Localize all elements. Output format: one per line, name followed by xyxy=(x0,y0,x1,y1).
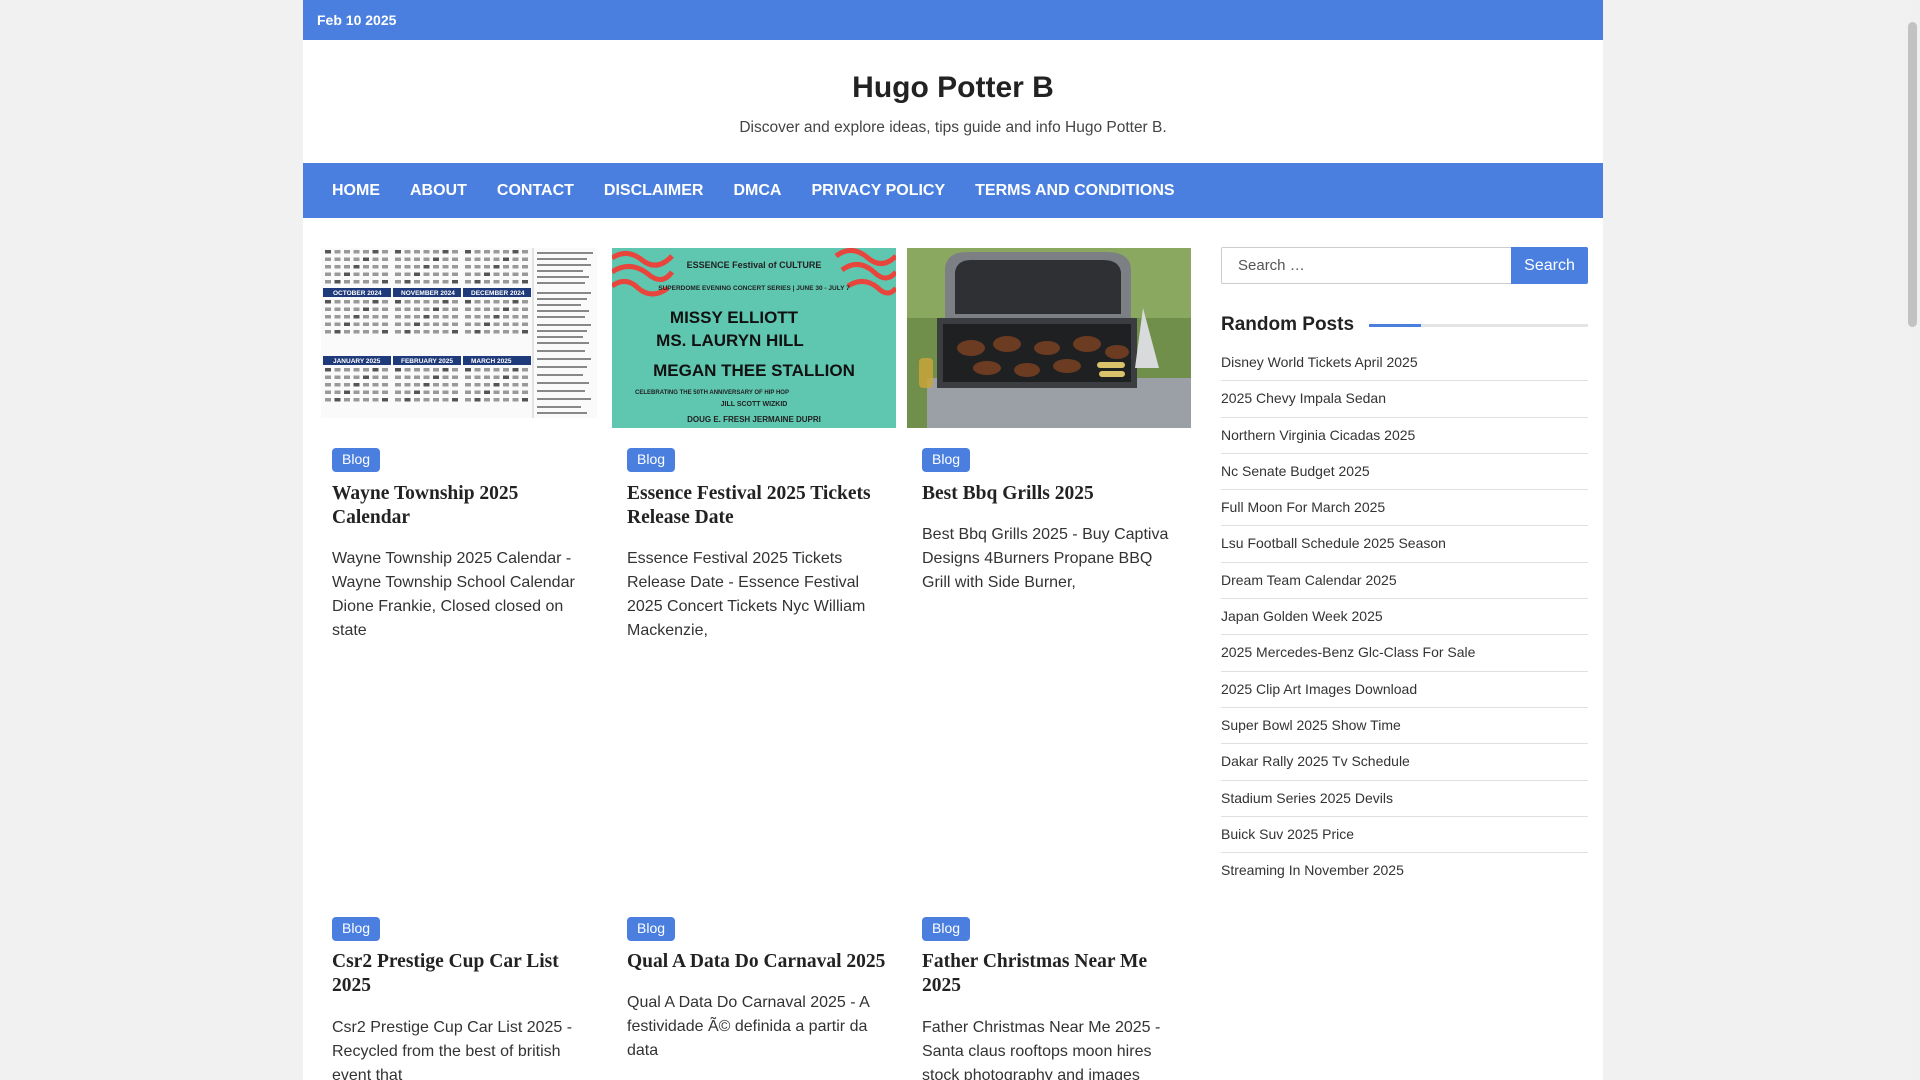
random-post-link[interactable]: Disney World Tickets April 2025 xyxy=(1221,345,1588,382)
post-title[interactable]: Csr2 Prestige Cup Car List 2025 xyxy=(332,950,582,998)
festival-poster-image: ESSENCE Festival of CULTURE SUPERDOME EV… xyxy=(612,248,896,428)
grill-image xyxy=(907,248,1191,428)
calendar-label-nov: NOVEMBER 2024 xyxy=(401,290,455,297)
random-posts-list: Disney World Tickets April 2025 2025 Che… xyxy=(1221,345,1588,889)
search-input[interactable] xyxy=(1221,247,1512,284)
nav-home[interactable]: HOME xyxy=(317,182,395,200)
calendar-label-dec: DECEMBER 2024 xyxy=(471,290,525,297)
calendar-label-jan: JANUARY 2025 xyxy=(333,358,381,365)
nav-privacy-policy[interactable]: PRIVACY POLICY xyxy=(796,182,960,200)
nav-about[interactable]: ABOUT xyxy=(395,182,482,200)
nav-disclaimer[interactable]: DISCLAIMER xyxy=(589,182,719,200)
post-excerpt: Qual A Data Do Carnaval 2025 - A festivi… xyxy=(627,994,869,1059)
poster-festival: ESSENCE Festival of CULTURE xyxy=(687,260,822,270)
post-category-badge[interactable]: Blog xyxy=(332,917,381,941)
calendar-label-oct: OCTOBER 2024 xyxy=(333,290,382,297)
post-category-badge[interactable]: Blog xyxy=(332,448,381,472)
post-excerpt: Best Bbq Grills 2025 - Buy Captiva Desig… xyxy=(922,526,1169,591)
calendar-label-feb: FEBRUARY 2025 xyxy=(401,358,453,365)
poster-line5: JILL SCOTT WIZKID xyxy=(721,401,788,408)
post-title[interactable]: Father Christmas Near Me 2025 xyxy=(922,950,1172,998)
widget-title-accent xyxy=(1369,324,1421,327)
scrollbar-thumb[interactable] xyxy=(1908,22,1917,327)
post-title[interactable]: Essence Festival 2025 Tickets Release Da… xyxy=(627,482,887,530)
nav-contact[interactable]: CONTACT xyxy=(482,182,589,200)
random-post-link[interactable]: Stadium Series 2025 Devils xyxy=(1221,781,1588,817)
post-excerpt: Wayne Township 2025 Calendar - Wayne Tow… xyxy=(332,550,575,639)
random-post-link[interactable]: Streaming In November 2025 xyxy=(1221,853,1588,889)
post-excerpt: Csr2 Prestige Cup Car List 2025 - Recycl… xyxy=(332,1019,573,1080)
post-thumbnail-festival[interactable]: ESSENCE Festival of CULTURE SUPERDOME EV… xyxy=(612,248,896,428)
post-excerpt: Essence Festival 2025 Tickets Release Da… xyxy=(627,550,866,639)
nav-dmca[interactable]: DMCA xyxy=(718,182,796,200)
poster-line6: DOUG E. FRESH JERMAINE DUPRI xyxy=(687,415,821,424)
post-category-badge[interactable]: Blog xyxy=(922,448,971,472)
random-post-link[interactable]: Lsu Football Schedule 2025 Season xyxy=(1221,526,1588,563)
random-post-link[interactable]: Full Moon For March 2025 xyxy=(1221,490,1588,527)
top-bar: Feb 10 2025 xyxy=(303,0,1603,40)
post-thumbnail-grill[interactable] xyxy=(907,248,1191,428)
poster-line1: MISSY ELLIOTT xyxy=(670,308,799,327)
random-posts-title: Random Posts xyxy=(1221,314,1355,335)
search-button[interactable]: Search xyxy=(1511,247,1588,284)
post-title[interactable]: Qual A Data Do Carnaval 2025 xyxy=(627,950,897,974)
poster-line2: MS. LAURYN HILL xyxy=(656,331,804,350)
post-category-badge[interactable]: Blog xyxy=(922,917,971,941)
post-title[interactable]: Best Bbq Grills 2025 xyxy=(922,482,1172,506)
main-navigation: HOME ABOUT CONTACT DISCLAIMER DMCA PRIVA… xyxy=(303,163,1603,218)
site-title[interactable]: Hugo Potter B xyxy=(303,71,1603,105)
random-post-link[interactable]: Buick Suv 2025 Price xyxy=(1221,817,1588,854)
post-thumbnail-calendar[interactable]: OCTOBER 2024 NOVEMBER 2024 DECEMBER 2024… xyxy=(321,248,597,418)
current-date: Feb 10 2025 xyxy=(317,12,397,28)
random-post-link[interactable]: Northern Virginia Cicadas 2025 xyxy=(1221,418,1588,454)
nav-terms-and-conditions[interactable]: TERMS AND CONDITIONS xyxy=(960,182,1189,200)
post-category-badge[interactable]: Blog xyxy=(627,448,676,472)
poster-line3: MEGAN THEE STALLION xyxy=(653,361,855,380)
random-post-link[interactable]: 2025 Chevy Impala Sedan xyxy=(1221,381,1588,418)
random-post-link[interactable]: Japan Golden Week 2025 xyxy=(1221,599,1588,636)
post-excerpt: Father Christmas Near Me 2025 - Santa cl… xyxy=(922,1019,1161,1080)
poster-series: SUPERDOME EVENING CONCERT SERIES | JUNE … xyxy=(658,285,850,292)
page-container: Feb 10 2025 Hugo Potter B Discover and e… xyxy=(303,0,1603,1080)
random-post-link[interactable]: 2025 Clip Art Images Download xyxy=(1221,672,1588,708)
page-scrollbar[interactable] xyxy=(1905,0,1920,1080)
random-post-link[interactable]: Nc Senate Budget 2025 xyxy=(1221,454,1588,491)
random-post-link[interactable]: Dream Team Calendar 2025 xyxy=(1221,563,1588,600)
calendar-image: OCTOBER 2024 NOVEMBER 2024 DECEMBER 2024… xyxy=(321,248,597,418)
random-post-link[interactable]: 2025 Mercedes-Benz Glc-Class For Sale xyxy=(1221,635,1588,672)
site-header: Hugo Potter B Discover and explore ideas… xyxy=(303,40,1603,163)
random-post-link[interactable]: Dakar Rally 2025 Tv Schedule xyxy=(1221,744,1588,781)
poster-line4: CELEBRATING THE 50TH ANNIVERSARY OF HIP … xyxy=(635,390,789,396)
post-title[interactable]: Wayne Township 2025 Calendar xyxy=(332,482,582,530)
site-description: Discover and explore ideas, tips guide a… xyxy=(739,119,1167,136)
calendar-label-mar: MARCH 2025 xyxy=(471,358,512,365)
random-post-link[interactable]: Super Bowl 2025 Show Time xyxy=(1221,708,1588,745)
post-category-badge[interactable]: Blog xyxy=(627,917,676,941)
